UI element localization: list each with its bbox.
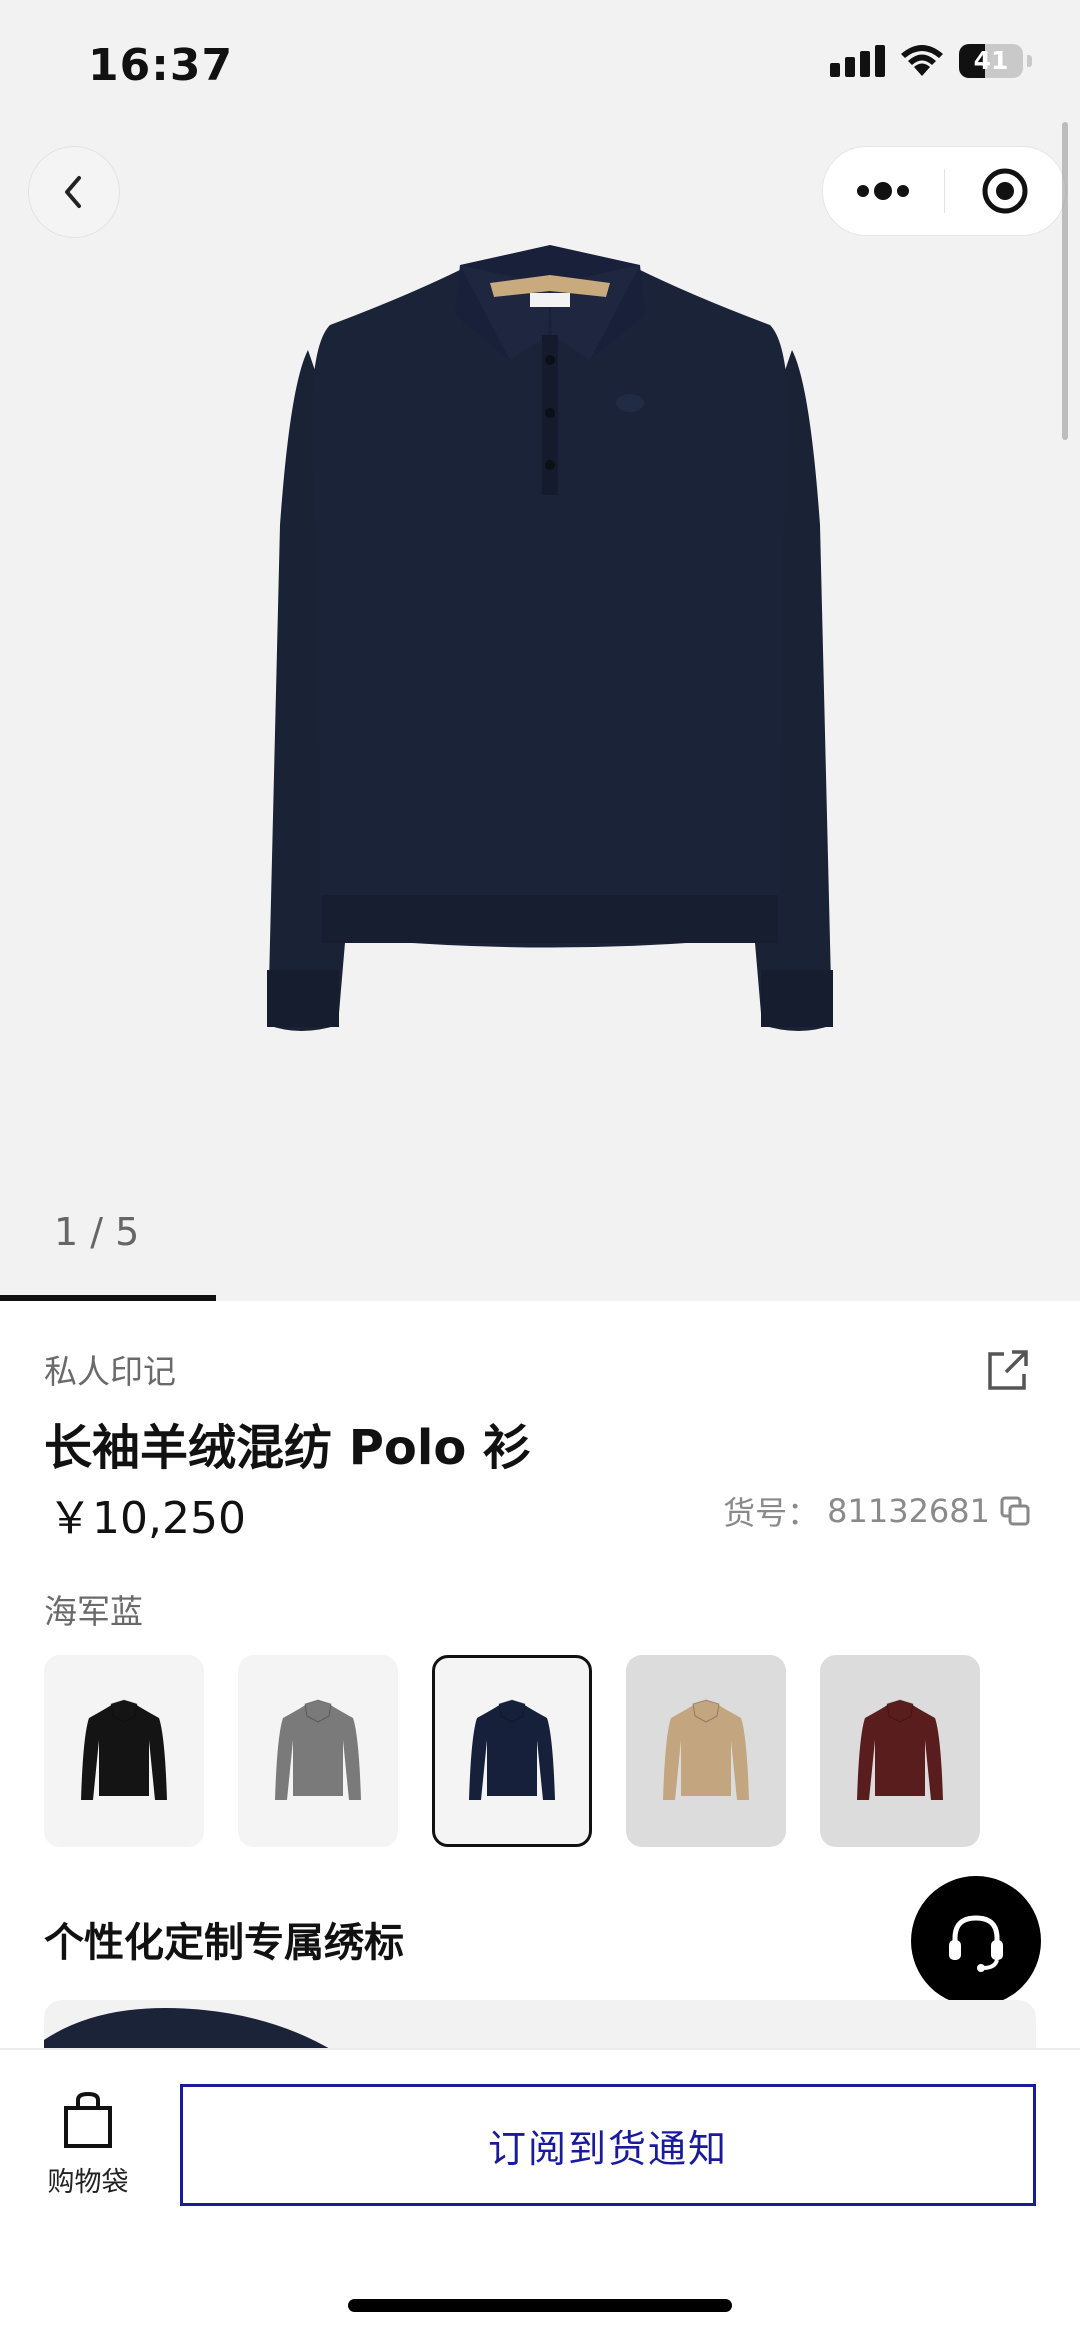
headset-icon — [949, 1915, 1003, 1972]
swatch-garment — [857, 1699, 943, 1800]
close-miniprogram-button[interactable] — [945, 147, 1066, 235]
status-time: 16:37 — [88, 40, 234, 91]
color-swatch-burgundy[interactable] — [820, 1655, 980, 1847]
swatch-garment — [469, 1699, 555, 1800]
status-icons: 41 — [830, 44, 1032, 78]
color-swatch-grey[interactable] — [238, 1655, 398, 1847]
home-indicator — [348, 2299, 732, 2312]
swatch-garment — [275, 1699, 361, 1800]
copy-icon[interactable] — [998, 1494, 1032, 1528]
wifi-icon — [901, 45, 943, 76]
scroll-indicator — [1062, 122, 1068, 440]
gallery-progress-fill — [0, 1295, 216, 1301]
product-gallery[interactable]: 16:37 41 1 / 5 — [0, 0, 1080, 1301]
signal-icon — [830, 45, 885, 77]
more-dots-icon — [857, 182, 910, 200]
bottom-action-bar: 购物袋 订阅到货通知 — [0, 2048, 1080, 2339]
product-category: 私人印记 — [44, 1352, 176, 1391]
notify-restock-button[interactable]: 订阅到货通知 — [180, 2084, 1036, 2206]
miniprogram-capsule — [822, 146, 1066, 236]
more-button[interactable] — [823, 147, 944, 235]
product-price: ￥10,250 — [48, 1493, 246, 1544]
battery-level: 41 — [973, 46, 1009, 75]
swatch-garment — [663, 1699, 749, 1800]
battery-tip — [1027, 55, 1032, 67]
chevron-left-icon — [65, 176, 81, 208]
product-title: 长袖羊绒混纺 Polo 衫 — [44, 1420, 532, 1476]
product-sku: 货号： 81132681 — [723, 1488, 1032, 1534]
sku-label: 货号： — [723, 1494, 820, 1532]
color-swatch-navy[interactable] — [432, 1655, 592, 1847]
color-swatches — [44, 1655, 980, 1847]
gallery-progress-track — [0, 1295, 1080, 1301]
swatch-garment — [81, 1699, 167, 1800]
customization-title: 个性化定制专属绣标 — [44, 1920, 404, 1966]
color-swatch-camel[interactable] — [626, 1655, 786, 1847]
customer-service-button[interactable] — [911, 1876, 1041, 2006]
share-icon[interactable] — [984, 1346, 1032, 1394]
target-icon — [982, 168, 1028, 214]
product-image[interactable] — [260, 225, 840, 1065]
battery-icon: 41 — [959, 44, 1023, 78]
shopping-bag-button[interactable]: 购物袋 — [40, 2090, 136, 2199]
bag-label: 购物袋 — [47, 2167, 129, 2198]
bag-icon — [64, 2091, 112, 2148]
status-bar: 16:37 41 — [0, 0, 1080, 130]
color-swatch-black[interactable] — [44, 1655, 204, 1847]
selected-color-name: 海军蓝 — [44, 1592, 143, 1631]
image-counter: 1 / 5 — [54, 1210, 140, 1254]
sku-value: 81132681 — [827, 1492, 990, 1530]
back-button[interactable] — [28, 146, 120, 238]
